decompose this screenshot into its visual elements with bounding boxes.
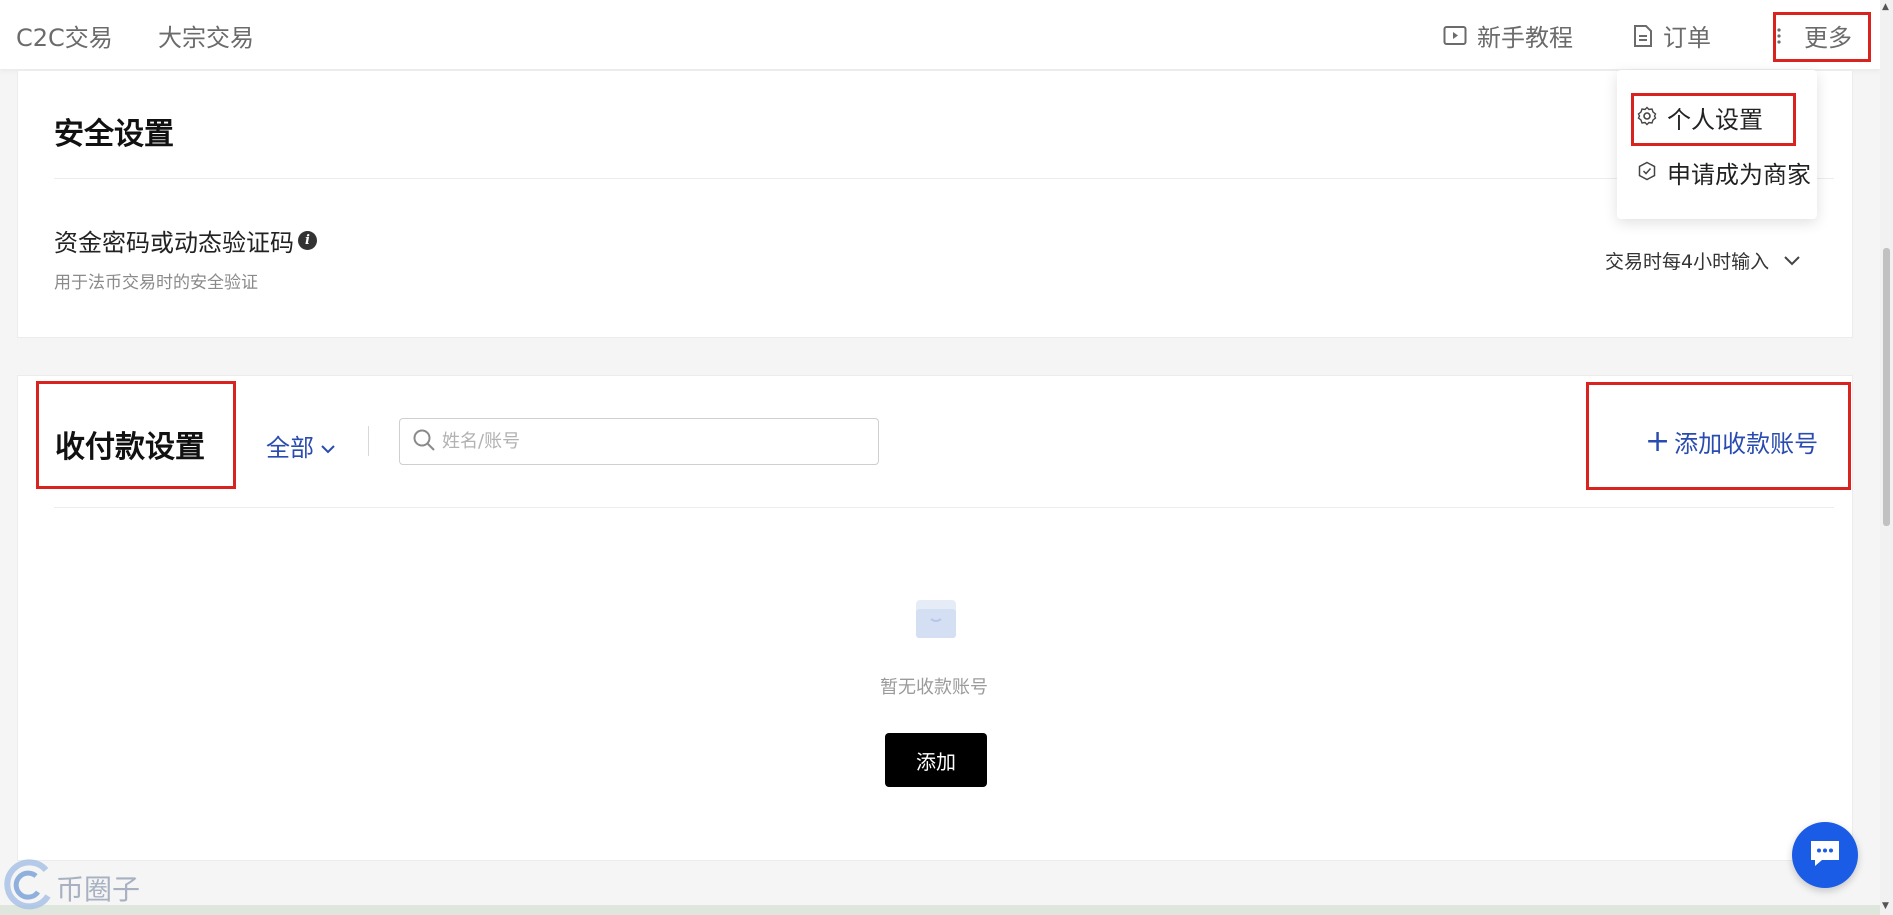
add-button[interactable]: 添加 [885,733,987,787]
chat-bubble-icon [1808,838,1842,872]
shield-check-icon [1637,159,1657,187]
menu-item-label: 申请成为商家 [1667,161,1811,189]
orders-label: 订单 [1663,24,1711,52]
highlight-box-payment-title [36,381,236,489]
document-icon [1633,24,1653,48]
chat-support-button[interactable] [1792,822,1858,888]
payment-settings-card: 收付款设置 全部 + 添加收款账号 暂无收款账号 添加 [17,375,1853,861]
frequency-value: 交易时每4小时输入 [1605,251,1770,273]
top-navigation-bar: C2C交易 大宗交易 新手教程 订单 更多 [0,0,1880,70]
payment-filter-select[interactable]: 全部 [266,428,336,463]
nav-c2c-trade[interactable]: C2C交易 [16,18,113,53]
fund-password-frequency-select[interactable]: 交易时每4小时输入 [1605,247,1801,274]
orders-link[interactable]: 订单 [1633,18,1711,53]
search-icon [412,428,436,456]
scroll-thumb[interactable] [1883,248,1890,526]
chevron-down-icon [1783,250,1801,272]
payment-divider [54,507,1834,508]
fund-password-label: 资金密码或动态验证码 [54,229,294,257]
highlight-box-more [1773,12,1871,62]
tutorial-label: 新手教程 [1477,24,1573,52]
empty-state-text: 暂无收款账号 [880,677,988,698]
security-settings-card: 安全设置 资金密码或动态验证码 i 用于法币交易时的安全验证 交易时每4小时输入 [17,70,1853,338]
info-icon[interactable]: i [298,231,317,250]
nav-bulk-trade[interactable]: 大宗交易 [158,18,254,53]
filter-value: 全部 [266,434,314,462]
empty-folder-icon [913,597,959,645]
security-divider [54,178,1834,179]
menu-item-become-merchant[interactable]: 申请成为商家 [1637,155,1811,190]
chevron-down-icon [320,432,336,460]
bottom-content-strip [0,905,1880,915]
video-play-icon [1443,25,1467,47]
fund-password-hint: 用于法币交易时的安全验证 [54,273,258,293]
watermark-logo-icon [2,858,54,915]
page-scrollbar[interactable]: ▲ ▼ [1880,0,1893,915]
scroll-down-icon[interactable]: ▼ [1882,901,1889,911]
highlight-box-add-account [1586,382,1851,490]
fund-password-row: 资金密码或动态验证码 i [54,223,317,258]
security-title: 安全设置 [54,117,174,152]
highlight-box-personal-settings [1631,93,1796,146]
watermark: 币圈子 [2,858,140,915]
watermark-text: 币圈子 [56,872,141,906]
filter-separator [368,426,369,456]
tutorial-link[interactable]: 新手教程 [1443,18,1573,53]
search-input[interactable] [442,431,822,452]
scroll-up-icon[interactable]: ▲ [1882,2,1889,12]
payment-search-box[interactable] [399,418,879,465]
